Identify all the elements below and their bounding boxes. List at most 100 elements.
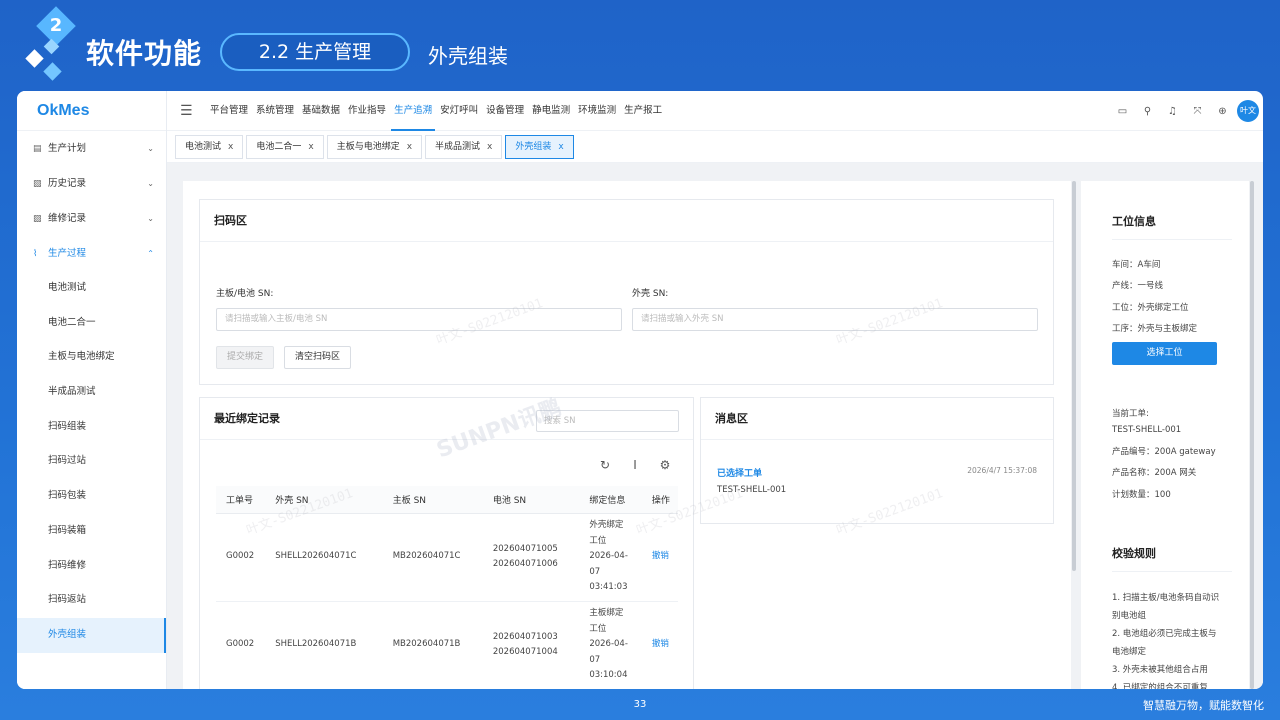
sidebar-item-scan-repair[interactable]: 扫码维修	[17, 549, 166, 584]
close-icon[interactable]: x	[487, 142, 492, 152]
revoke-link[interactable]: 撤销	[652, 551, 669, 561]
bell-icon[interactable]: ♫	[1160, 106, 1185, 117]
cell-bind-info: 主板绑定 工位 2026-04- 07 03:10:04	[579, 601, 642, 689]
sidebar-item-semi-product-test[interactable]: 半成品测试	[17, 375, 166, 410]
station-workstation: 工位：外壳绑定工位	[1112, 303, 1189, 313]
submit-bind-button[interactable]: 提交绑定	[216, 346, 274, 369]
nav-system[interactable]: 系统管理	[253, 91, 297, 131]
nav-report[interactable]: 生产报工	[621, 91, 665, 131]
station-process: 工序：外壳与主板绑定	[1112, 324, 1198, 334]
slide-subtitle: 外壳组装	[428, 44, 508, 68]
battery-sn: 202604071004	[492, 647, 558, 657]
rule-item: 1. 扫描主板/电池条码自动识别电池组	[1112, 593, 1220, 621]
message-title: 已选择工单	[717, 469, 763, 479]
sidebar-group-history[interactable]: ▧ 历史记录 ⌄	[17, 166, 166, 201]
content-area: 扫码区 主板/电池 SN: 请扫描或输入主板/电池 SN 外壳 SN: 请扫描或…	[167, 163, 1263, 689]
message-body: TEST-SHELL-001	[717, 485, 787, 495]
nav-andon[interactable]: 安灯呼叫	[437, 91, 481, 131]
sidebar-item-scan-packing[interactable]: 扫码包装	[17, 479, 166, 514]
close-icon[interactable]: x	[228, 142, 233, 152]
top-navbar: ☰ 平台管理 系统管理 基础数据 作业指导 生产追溯 安灯呼叫 设备管理 静电监…	[167, 91, 1263, 131]
sidebar-group-label: 历史记录	[48, 178, 87, 189]
section-number: 2	[49, 15, 63, 36]
tab-battery-two-in-one[interactable]: 电池二合一 x	[246, 134, 324, 159]
tab-semi-product-test[interactable]: 半成品测试 x	[425, 134, 503, 159]
current-order-value[interactable]: TEST-SHELL-001	[1112, 421, 1181, 439]
column-height-icon[interactable]: Ⅰ	[620, 458, 650, 472]
col-board-sn: 主板 SN	[382, 486, 483, 514]
sidebar-group-plan[interactable]: ▤ 生产计划 ⌄	[17, 131, 166, 166]
sidebar-item-battery-test[interactable]: 电池测试	[17, 271, 166, 306]
side-scrollbar[interactable]	[1250, 181, 1254, 689]
refresh-icon[interactable]: ↻	[590, 458, 620, 472]
table-tools: ↻ Ⅰ ⚙	[590, 458, 680, 472]
record-search-input[interactable]: 搜索 SN	[536, 410, 679, 432]
tab-bar: 电池测试 x 电池二合一 x 主板与电池绑定 x 半成品测试 x 外壳组装 x	[167, 131, 1263, 163]
tab-shell-assembly[interactable]: 外壳组装 x	[505, 134, 574, 159]
globe-icon[interactable]: ⊕	[1210, 106, 1235, 117]
scan-card-title: 扫码区	[200, 200, 1053, 242]
tab-label: 主板与电池绑定	[336, 141, 400, 152]
sidebar-group-label: 生产计划	[48, 143, 87, 154]
settings-icon[interactable]: ⚙	[650, 458, 680, 472]
nav-equipment[interactable]: 设备管理	[483, 91, 527, 131]
tab-label: 电池二合一	[256, 141, 302, 152]
nav-trace[interactable]: 生产追溯	[391, 91, 436, 131]
sidebar-item-scan-boxing[interactable]: 扫码装箱	[17, 514, 166, 549]
rules-title: 校验规则	[1112, 547, 1156, 560]
station-info-title: 工位信息	[1112, 215, 1156, 228]
sidebar-item-board-battery-bind[interactable]: 主板与电池绑定	[17, 340, 166, 375]
section-badge: 2	[24, 6, 88, 84]
bind-info-line: 2026-04-	[589, 639, 628, 650]
divider	[1112, 239, 1232, 240]
footer-slogan: 智慧融万物，赋能数智化	[1143, 699, 1264, 712]
product-name: 产品名称：200A 网关	[1112, 468, 1197, 478]
station-panel: 工位信息 车间：A车间 产线：一号线 工位：外壳绑定工位 工序：外壳与主板绑定 …	[1081, 181, 1249, 689]
rule-item: 2. 电池组必须已完成主板与电池绑定	[1112, 629, 1217, 657]
station-line: 产线：一号线	[1112, 281, 1164, 291]
select-station-button[interactable]: 选择工位	[1112, 342, 1217, 365]
avatar[interactable]: 叶文	[1237, 100, 1259, 122]
sidebar-group-repair[interactable]: ▨ 维修记录 ⌄	[17, 201, 166, 236]
bind-info-line: 2026-04-	[589, 551, 628, 562]
cell-bind-info: 外壳绑定 工位 2026-04- 07 03:41:03	[579, 513, 642, 602]
close-icon[interactable]: x	[407, 142, 412, 152]
shell-sn-input[interactable]: 请扫描或输入外壳 SN	[632, 308, 1038, 331]
battery-sn: 202604071003	[492, 631, 558, 642]
tab-battery-test[interactable]: 电池测试 x	[175, 134, 244, 159]
nav-basic-data[interactable]: 基础数据	[299, 91, 343, 131]
clear-scan-button[interactable]: 清空扫码区	[284, 346, 351, 369]
cell-battery-sn: 202604071003 202604071004	[482, 601, 580, 689]
main-scrollbar[interactable]	[1072, 181, 1076, 571]
sidebar-item-scan-assembly[interactable]: 扫码组装	[17, 410, 166, 445]
cell-shell-sn: SHELL202604071C	[265, 513, 383, 602]
sidebar-group-process[interactable]: ⌇ 生产过程 ⌃	[17, 236, 166, 271]
nav-platform[interactable]: 平台管理	[207, 91, 251, 131]
close-icon[interactable]: x	[558, 142, 563, 152]
sidebar-item-scan-return[interactable]: 扫码返站	[17, 583, 166, 618]
board-sn-input[interactable]: 请扫描或输入主板/电池 SN	[216, 308, 622, 331]
nav-esd[interactable]: 静电监测	[529, 91, 573, 131]
sidebar-item-battery-two-in-one[interactable]: 电池二合一	[17, 306, 166, 341]
station-workshop: 车间：A车间	[1112, 260, 1161, 270]
cell-battery-sn: 202604071005 202604071006	[482, 513, 580, 602]
bind-info-line: 主板绑定	[589, 608, 624, 619]
sidebar-item-scan-station[interactable]: 扫码过站	[17, 444, 166, 479]
tab-board-battery-bind[interactable]: 主板与电池绑定 x	[326, 134, 423, 159]
menu-fold-icon[interactable]: ☰	[180, 103, 193, 119]
app-logo: OkMes	[17, 91, 166, 131]
nav-work-guide[interactable]: 作业指导	[345, 91, 389, 131]
sidebar-item-shell-assembly[interactable]: 外壳组装	[17, 617, 166, 653]
monitor-icon[interactable]: ▭	[1110, 106, 1135, 117]
close-icon[interactable]: x	[308, 142, 313, 152]
revoke-link[interactable]: 撤销	[652, 639, 669, 649]
cell-shell-sn: SHELL202604071B	[265, 601, 383, 689]
fullscreen-icon[interactable]: ⤧	[1185, 106, 1210, 117]
message-time: 2026/4/7 15:37:08	[967, 466, 1037, 475]
cell-action: 撤销	[641, 513, 678, 602]
section-pill: 2.2 生产管理	[220, 33, 410, 71]
nav-environment[interactable]: 环境监测	[575, 91, 619, 131]
search-icon[interactable]: ⚲	[1135, 106, 1160, 117]
table-row: G0002 SHELL202604071B MB202604071B 20260…	[216, 601, 678, 689]
bind-info-line: 03:41:03	[589, 582, 628, 593]
